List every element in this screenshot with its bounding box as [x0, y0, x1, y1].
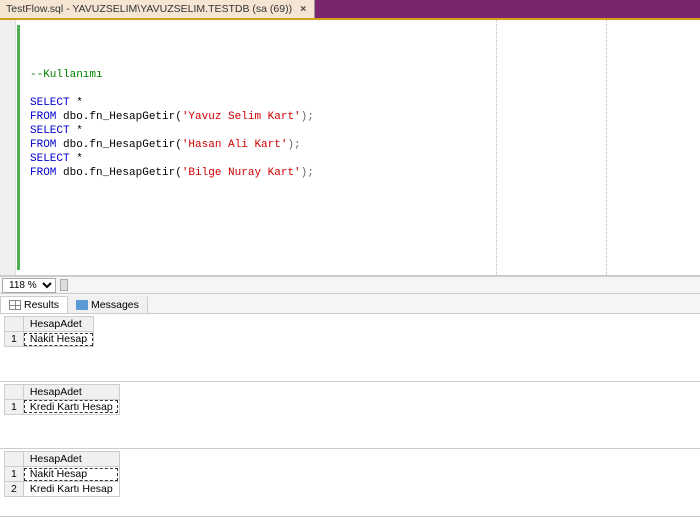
messages-icon [76, 300, 88, 310]
cell[interactable]: Kredi Kartı Hesap [23, 399, 119, 414]
table-header-row: HesapAdet [5, 384, 120, 399]
zoom-bar: 118 % [0, 276, 700, 294]
rownum-header [5, 384, 24, 399]
table-row[interactable]: 1 Kredi Kartı Hesap [5, 399, 120, 414]
row-number: 1 [5, 399, 24, 414]
rownum-header [5, 452, 24, 467]
document-tab-bar: TestFlow.sql - YAVUZSELIM\YAVUZSELIM.TES… [0, 0, 700, 20]
table-header-row: HesapAdet [5, 452, 120, 467]
document-tab[interactable]: TestFlow.sql - YAVUZSELIM\YAVUZSELIM.TES… [0, 0, 315, 18]
zoom-select[interactable]: 118 % [2, 278, 56, 293]
table-row[interactable]: 1 Nakit Hesap [5, 332, 94, 347]
table-row[interactable]: 2 Kredi Kartı Hesap [5, 482, 120, 497]
column-guide [606, 20, 607, 275]
tab-results[interactable]: Results [0, 296, 68, 313]
editor-content[interactable]: --Kullanımı SELECT * FROM dbo.fn_HesapGe… [16, 20, 700, 275]
tab-messages[interactable]: Messages [67, 296, 148, 313]
rownum-header [5, 317, 24, 332]
row-number: 1 [5, 467, 24, 482]
cell[interactable]: Nakit Hesap [23, 467, 119, 482]
column-header[interactable]: HesapAdet [23, 452, 119, 467]
table-header-row: HesapAdet [5, 317, 94, 332]
tab-title: TestFlow.sql - YAVUZSELIM\YAVUZSELIM.TES… [6, 3, 292, 15]
result-set-1: HesapAdet 1 Nakit Hesap [0, 314, 700, 382]
row-number: 2 [5, 482, 24, 497]
cell[interactable]: Kredi Kartı Hesap [23, 482, 119, 497]
table-row[interactable]: 1 Nakit Hesap [5, 467, 120, 482]
result-set-3: HesapAdet 1 Nakit Hesap 2 Kredi Kartı He… [0, 449, 700, 517]
column-guide [496, 20, 497, 275]
result-table[interactable]: HesapAdet 1 Nakit Hesap [4, 316, 94, 347]
result-table[interactable]: HesapAdet 1 Nakit Hesap 2 Kredi Kartı He… [4, 451, 120, 497]
result-table[interactable]: HesapAdet 1 Kredi Kartı Hesap [4, 384, 120, 415]
column-header[interactable]: HesapAdet [23, 384, 119, 399]
horizontal-scroll-thumb[interactable] [60, 279, 68, 291]
editor-gutter [0, 20, 16, 275]
cell[interactable]: Nakit Hesap [23, 332, 93, 347]
close-icon[interactable]: × [298, 3, 308, 15]
result-set-2: HesapAdet 1 Kredi Kartı Hesap [0, 382, 700, 450]
grid-icon [9, 300, 21, 310]
column-header[interactable]: HesapAdet [23, 317, 93, 332]
results-pane: HesapAdet 1 Nakit Hesap HesapAdet 1 Kred… [0, 314, 700, 517]
results-tab-strip: Results Messages [0, 294, 700, 314]
row-number: 1 [5, 332, 24, 347]
sql-editor[interactable]: --Kullanımı SELECT * FROM dbo.fn_HesapGe… [0, 20, 700, 276]
